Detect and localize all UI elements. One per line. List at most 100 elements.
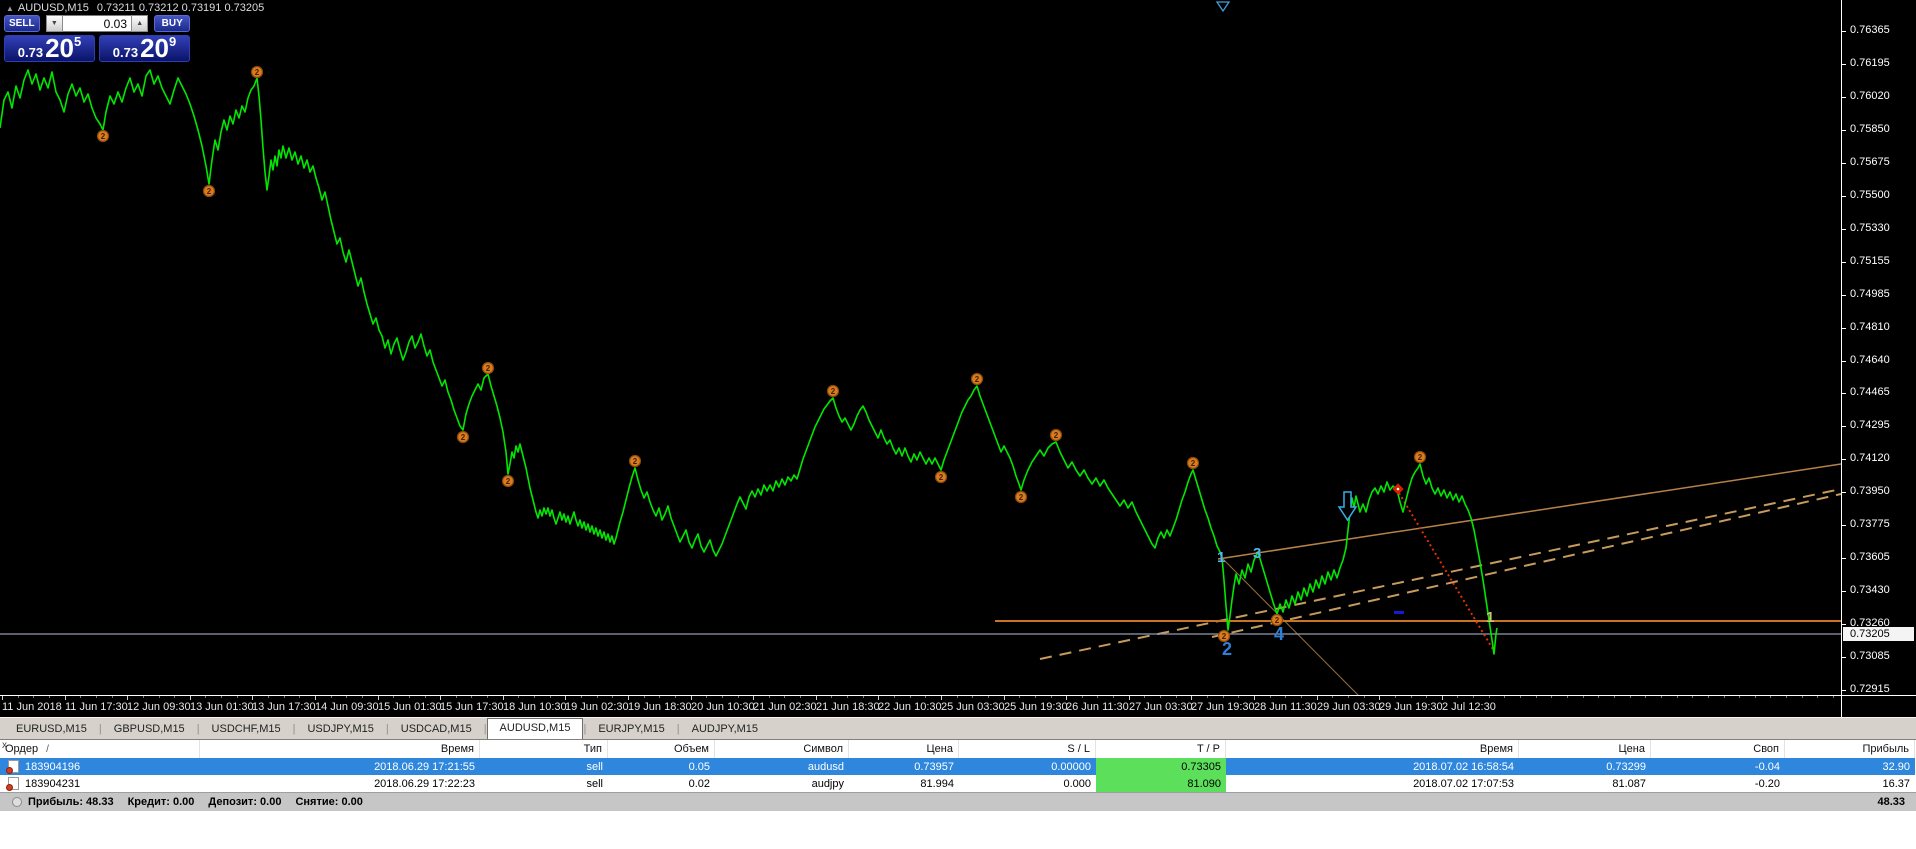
time-axis[interactable]: 11 Jun 2018 11 Jun 17:30 12 Jun 09:30 13 Ju… [0, 696, 1841, 717]
time-minor-tick [1770, 696, 1771, 698]
chart-tab-bar: EURUSD,M15 | GBPUSD,M15 | USDCHF,M15 | USDJPY,… [0, 717, 1916, 739]
buy-price-big: 20 [140, 33, 169, 63]
chart-area[interactable]: 222222222222222212341 ▲ AUDUSD,M15 0.73211… [0, 0, 1841, 695]
time-minor-tick [1504, 696, 1505, 698]
orders-header-2[interactable]: Тип [480, 740, 608, 758]
terminal-close-button[interactable]: x [2, 741, 7, 751]
header-label: Прибыль [1862, 743, 1909, 755]
time-axis-label: 13 Jun 17:30 [252, 701, 316, 713]
chart-tab-EURUSD[interactable]: EURUSD,M15 [4, 720, 99, 739]
order-cell-value: 0.73299 [1606, 760, 1646, 773]
volume-increase-button[interactable]: ▲ [131, 15, 149, 32]
orders-header-1[interactable]: Время [200, 740, 480, 758]
sell-price-prefix: 0.73 [17, 45, 44, 60]
sell-button[interactable]: SELL [4, 15, 40, 32]
time-minor-tick [1035, 696, 1036, 698]
price-tick [1842, 31, 1846, 32]
orders-header-10[interactable]: Своп [1651, 740, 1785, 758]
orders-header-0[interactable]: Ордер / [0, 740, 200, 758]
trendline-dashed-mid[interactable] [1211, 493, 1841, 638]
price-tick [1842, 295, 1846, 296]
order-cell-7: 81.090 [1096, 775, 1226, 792]
chart-tab-EURJPY[interactable]: EURJPY,M15 [586, 720, 676, 739]
time-axis-label: 28 Jun 11:30 [1254, 701, 1317, 713]
buy-button[interactable]: BUY [154, 15, 190, 32]
header-label: Ордер [5, 743, 39, 755]
order-row[interactable]: 183904196 2018.06.29 17:21:55 sell 0.05 audu… [0, 758, 1915, 775]
time-minor-tick [456, 696, 457, 698]
price-tick [1842, 262, 1846, 263]
signal-marker-number: 2 [939, 473, 944, 482]
time-axis-label: 27 Jun 03:30 [1129, 701, 1193, 713]
price-tick [1842, 328, 1846, 329]
summary-item: Кредит: 0.00 [127, 796, 195, 808]
price-tick [1842, 163, 1846, 164]
header-label: Время [440, 743, 474, 755]
sell-quote-panel[interactable]: 0.73 20 5 [4, 35, 95, 62]
signal-marker-number: 2 [255, 68, 260, 77]
time-axis-label: 11 Jun 2018 [2, 701, 62, 713]
trendline-fan-down[interactable] [1221, 557, 1360, 695]
chart-tab-USDCAD[interactable]: USDCAD,M15 [389, 720, 484, 739]
chart-tab-USDJPY[interactable]: USDJPY,M15 [295, 720, 385, 739]
orders-header-9[interactable]: Цена [1519, 740, 1651, 758]
time-minor-tick [831, 696, 832, 698]
price-scale-label: 0.74120 [1850, 452, 1890, 464]
price-scale-label: 0.73085 [1850, 650, 1890, 662]
time-tick [503, 696, 504, 700]
time-minor-tick [1661, 696, 1662, 698]
time-tick [1317, 696, 1318, 700]
time-minor-tick [550, 696, 551, 698]
time-minor-tick [1176, 696, 1177, 698]
orders-header-7[interactable]: T / P [1096, 740, 1226, 758]
time-minor-tick [1457, 696, 1458, 698]
trade-panel-quotes: 0.73 20 5 0.73 20 9 [4, 35, 190, 62]
time-tick [440, 696, 441, 700]
red-dotted-line[interactable] [1398, 492, 1495, 652]
signal-marker-number: 2 [1418, 453, 1423, 462]
chart-shift-triangle-icon[interactable] [1215, 1, 1231, 13]
summary-item: Депозит: 0.00 [208, 796, 282, 808]
order-row[interactable]: 183904231 2018.06.29 17:22:23 sell 0.02 audj… [0, 775, 1915, 792]
price-tick [1842, 492, 1846, 493]
orders-header-3[interactable]: Объем [608, 740, 715, 758]
orders-header-11[interactable]: Прибыль [1785, 740, 1915, 758]
time-axis-label: 22 Jun 10:30 [878, 701, 942, 713]
chart-tab-GBPUSD[interactable]: GBPUSD,M15 [102, 720, 197, 739]
time-tick [941, 696, 942, 700]
time-minor-tick [409, 696, 410, 698]
orders-header-4[interactable]: Символ [715, 740, 849, 758]
volume-decrease-button[interactable]: ▼ [45, 15, 63, 32]
order-cell-value: audusd [807, 760, 844, 773]
chart-tab-USDCHF[interactable]: USDCHF,M15 [200, 720, 293, 739]
buy-price-prefix: 0.73 [112, 45, 139, 60]
time-tick [2, 696, 3, 700]
time-axis-label: 19 Jun 02:30 [565, 701, 629, 713]
chart-tab-AUDJPY[interactable]: AUDJPY,M15 [680, 720, 770, 739]
price-scale-label: 0.74985 [1850, 288, 1890, 300]
buy-quote-panel[interactable]: 0.73 20 9 [99, 35, 190, 62]
time-axis-label: 21 Jun 02:30 [753, 701, 817, 713]
time-tick [252, 696, 253, 700]
summary-items: Прибыль: 48.33 Кредит: 0.00 Депозит: 0.00 С… [28, 796, 377, 808]
signal-marker-number: 2 [975, 375, 980, 384]
orders-header-5[interactable]: Цена [849, 740, 959, 758]
volume-input[interactable] [63, 15, 131, 32]
order-cell-value: 0.00000 [1051, 760, 1091, 773]
orders-header-6[interactable]: S / L [959, 740, 1096, 758]
price-scale[interactable]: 0.76365 0.76195 0.76020 0.75850 0.75675 0.755… [1841, 0, 1916, 717]
price-tick [1842, 426, 1846, 427]
order-cell-value: 81.087 [1612, 777, 1646, 790]
collapse-triangle-icon[interactable]: ▲ [6, 4, 14, 13]
price-scale-label: 0.74810 [1850, 321, 1890, 333]
time-minor-tick [1207, 696, 1208, 698]
chart-tab-AUDUSD[interactable]: AUDUSD,M15 [486, 718, 584, 739]
account-summary-row: Прибыль: 48.33 Кредит: 0.00 Депозит: 0.00 С… [0, 792, 1916, 811]
time-minor-tick [534, 696, 535, 698]
time-axis-label: 14 Jun 09:30 [315, 701, 379, 713]
trendline-solid[interactable] [1217, 463, 1841, 560]
orders-header-8[interactable]: Время [1226, 740, 1519, 758]
order-cell-value: 0.73957 [914, 760, 954, 773]
time-minor-tick [1598, 696, 1599, 698]
order-cell-value: -0.04 [1754, 760, 1780, 773]
